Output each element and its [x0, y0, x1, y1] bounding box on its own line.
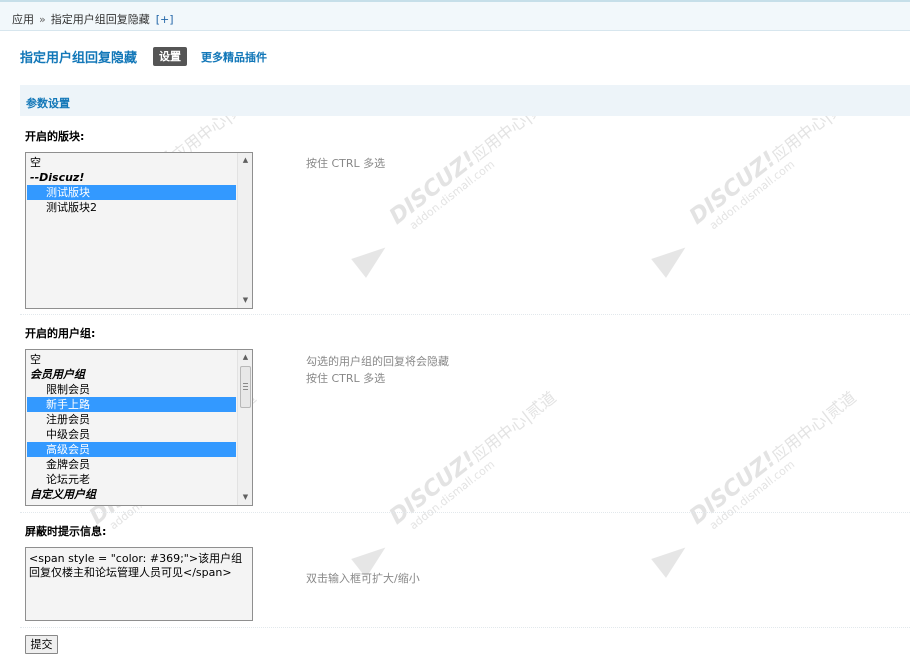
forums-options: 空 --Discuz! 测试版块 测试版块2: [27, 155, 236, 215]
option-group-label[interactable]: 自定义用户组: [27, 487, 236, 502]
watermark: DISCUZ!应用中心|贰道 addon.dismall.com: [651, 88, 860, 280]
divider: [20, 627, 910, 628]
breadcrumb-bar: 应用 » 指定用户组回复隐藏 [+]: [0, 0, 910, 31]
select-option[interactable]: 测试版块: [27, 185, 236, 200]
select-option[interactable]: 限制会员: [27, 382, 236, 397]
add-shortcut-button[interactable]: [+]: [156, 13, 174, 26]
watermark-arrow-icon: [351, 238, 393, 278]
option-group-label[interactable]: 会员用户组: [27, 367, 236, 382]
forums-select[interactable]: 空 --Discuz! 测试版块 测试版块2 ▲ ▼: [25, 152, 253, 309]
select-option[interactable]: 空: [27, 352, 236, 367]
tab-settings[interactable]: 设置: [153, 47, 188, 66]
usergroups-hint-line1: 勾选的用户组的回复将会隐藏: [306, 355, 449, 368]
usergroups-hint: 勾选的用户组的回复将会隐藏 按住 CTRL 多选: [306, 353, 449, 387]
select-option[interactable]: 空: [27, 155, 236, 170]
more-plugins-link[interactable]: 更多精品插件: [201, 49, 267, 65]
page-title: 指定用户组回复隐藏: [20, 51, 138, 66]
message-textarea[interactable]: <span style = "color: #369;">该用户组回复仅楼主和论…: [25, 547, 253, 621]
section-title: 参数设置: [26, 97, 70, 110]
scrollbar-thumb[interactable]: [240, 366, 251, 408]
select-option[interactable]: 论坛元老: [27, 472, 236, 487]
usergroups-options: 空会员用户组 限制会员 新手上路 注册会员 中级会员 高级会员 金牌会员 论坛元老 自定义用户组: [27, 352, 236, 502]
usergroups-hint-line2: 按住 CTRL 多选: [306, 372, 386, 385]
select-option[interactable]: 金牌会员: [27, 457, 236, 472]
usergroups-label: 开启的用户组:: [25, 327, 96, 340]
option-group-label[interactable]: --Discuz!: [27, 170, 236, 185]
scroll-down-arrow-icon[interactable]: ▼: [238, 293, 252, 308]
page-header: 指定用户组回复隐藏 设置 更多精品插件: [20, 47, 267, 66]
forums-hint: 按住 CTRL 多选: [306, 157, 386, 170]
scroll-up-arrow-icon[interactable]: ▲: [238, 350, 252, 365]
breadcrumb-current: 指定用户组回复隐藏: [50, 13, 150, 26]
section-header: 参数设置: [20, 85, 910, 116]
divider: [20, 512, 910, 513]
watermark-arrow-icon: [651, 538, 693, 578]
message-label: 屏蔽时提示信息:: [25, 525, 107, 538]
forums-scrollbar[interactable]: ▲ ▼: [237, 153, 252, 308]
scroll-up-arrow-icon[interactable]: ▲: [238, 153, 252, 168]
watermark-arrow-icon: [651, 238, 693, 278]
watermark: DISCUZ!应用中心|贰道 addon.dismall.com: [351, 388, 560, 580]
select-option[interactable]: 中级会员: [27, 427, 236, 442]
usergroups-select[interactable]: 空会员用户组 限制会员 新手上路 注册会员 中级会员 高级会员 金牌会员 论坛元老 自定义用户组…: [25, 349, 253, 506]
message-hint: 双击输入框可扩大/缩小: [306, 572, 420, 585]
forums-label: 开启的版块:: [25, 130, 85, 143]
select-option[interactable]: 注册会员: [27, 412, 236, 427]
scroll-down-arrow-icon[interactable]: ▼: [238, 490, 252, 505]
usergroups-scrollbar[interactable]: ▲ ▼: [237, 350, 252, 505]
select-option[interactable]: 测试版块2: [27, 200, 236, 215]
breadcrumb-root-link[interactable]: 应用: [12, 13, 34, 26]
select-option[interactable]: 新手上路: [27, 397, 236, 412]
breadcrumb: 应用 » 指定用户组回复隐藏 [+]: [12, 11, 174, 27]
select-option[interactable]: 高级会员: [27, 442, 236, 457]
breadcrumb-separator: »: [39, 13, 46, 26]
watermark: DISCUZ!应用中心|贰道 addon.dismall.com: [651, 388, 860, 580]
divider: [20, 314, 910, 315]
submit-button[interactable]: 提交: [25, 635, 58, 654]
